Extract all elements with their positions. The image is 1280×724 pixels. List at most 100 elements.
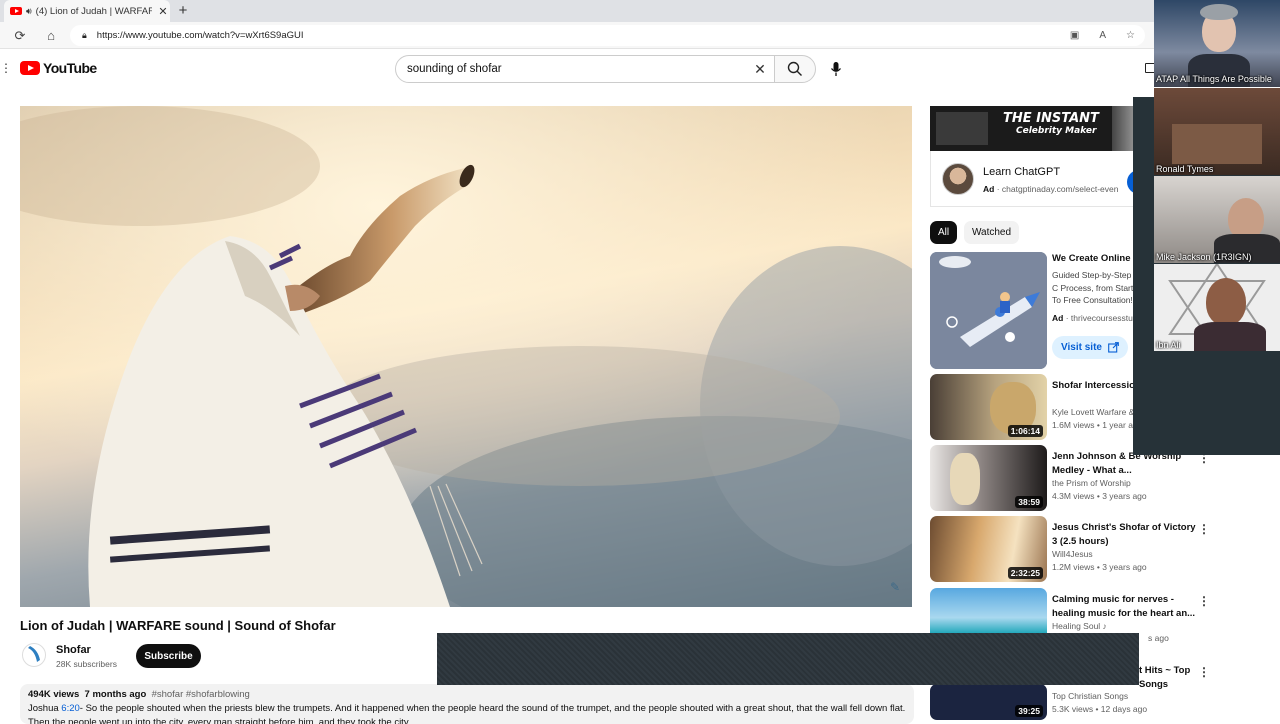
video-thumbnail[interactable]: 2:32:25 [930, 516, 1047, 582]
video-stats: 1.2M views • 3 years ago [1052, 562, 1147, 572]
ad-banner-logo [936, 112, 988, 145]
video-duration: 1:06:14 [1007, 425, 1043, 437]
watermark-icon: ✎ [890, 580, 900, 594]
participant-video [1206, 278, 1246, 326]
microphone-button[interactable] [826, 59, 846, 79]
ad-label: Ad [983, 184, 995, 194]
video-stats: 5.3K views • 12 days ago [1052, 704, 1148, 714]
video-thumbnail[interactable]: 39:25 [930, 684, 1047, 720]
browser-tab-bar [0, 0, 1160, 22]
channel-name[interactable]: Will4Jesus [1052, 549, 1093, 559]
youtube-logo-icon [20, 61, 40, 75]
ad-video-label: Ad [1052, 313, 1064, 323]
ad-domain: chatgptinaday.com/select-even [1001, 184, 1119, 194]
shofar-logo-icon [28, 646, 40, 662]
description-meta: 494K views 7 months ago #shofar #shofarb… [28, 688, 906, 702]
youtube-favicon-icon [10, 7, 22, 15]
participant-name: ATAP All Things Are Possible [1156, 74, 1272, 84]
participant-hair [1200, 4, 1238, 20]
url-text[interactable]: https://www.youtube.com/watch?v=wXrt6S9a… [97, 30, 1060, 41]
video-title: Lion of Judah | WARFARE sound | Sound of… [20, 618, 336, 633]
lock-icon: 🔒︎ [82, 30, 87, 40]
video-duration: 38:59 [1015, 496, 1043, 508]
reload-icon[interactable]: ⟳ [11, 27, 29, 45]
channel-name[interactable]: Healing Soul ♪ [1052, 621, 1107, 631]
ad-video-domain: thrivecoursesstu [1070, 313, 1133, 323]
more-options-icon[interactable]: ⋮ [1198, 594, 1210, 608]
channel-name[interactable]: the Prism of Worship [1052, 478, 1131, 488]
video-title[interactable]: Calming music for nerves - healing music… [1052, 593, 1202, 621]
speaker-icon[interactable]: 🔊︎ [26, 6, 32, 17]
tab-close-icon[interactable]: ✕ [156, 5, 170, 18]
external-link-icon [1108, 342, 1119, 353]
ad-video-description: Guided Step-by-Step C Process, from Star… [1052, 270, 1134, 305]
view-count: 494K views [28, 689, 80, 700]
ad-banner-subline: Celebrity Maker [1016, 126, 1097, 136]
participant-tile[interactable]: ATAP All Things Are Possible [1154, 0, 1280, 87]
chip-watched[interactable]: Watched [964, 221, 1019, 244]
favorite-icon[interactable]: ☆ [1126, 30, 1135, 41]
video-stats: s ago [1148, 633, 1169, 643]
rocket-illustration [930, 252, 1047, 369]
participant-body [1194, 322, 1266, 351]
video-duration: 39:25 [1015, 705, 1043, 717]
chip-all[interactable]: All [930, 221, 957, 244]
upload-age: 7 months ago [84, 689, 147, 700]
youtube-logo-text: YouTube [43, 60, 97, 76]
ad-meta: Ad · chatgptinaday.com/select-even [983, 184, 1119, 194]
more-options-icon[interactable]: ⋮ [1198, 522, 1210, 536]
ad-banner-headline: THE INSTANT [1003, 111, 1099, 126]
search-icon [787, 61, 802, 76]
address-bar[interactable]: 🔒︎ https://www.youtube.com/watch?v=wXrt6… [70, 25, 1145, 46]
ad-video-title[interactable]: We Create Online C [1052, 253, 1140, 264]
app-install-icon[interactable]: ▣ [1070, 30, 1079, 41]
video-duration: 2:32:25 [1007, 567, 1043, 579]
subscriber-count: 28K subscribers [56, 659, 117, 669]
participant-video [1172, 124, 1262, 164]
verse-book: Joshua [28, 703, 59, 714]
advertiser-avatar [942, 163, 974, 195]
video-player[interactable]: ✎ [20, 106, 912, 607]
search-input[interactable]: sounding of shofar ✕ [395, 55, 775, 83]
new-tab-button[interactable]: + [175, 2, 191, 20]
ad-video-meta: Ad · thrivecoursesstu [1052, 313, 1133, 323]
participant-name: Mike Jackson (1R3IGN) [1156, 252, 1252, 262]
subscribe-button[interactable]: Subscribe [136, 644, 201, 668]
description-text: - So the people shouted when the priests… [28, 703, 906, 724]
microphone-icon [830, 62, 842, 76]
search-query[interactable]: sounding of shofar [407, 63, 746, 75]
overlay-bar [437, 633, 1139, 685]
channel-name[interactable]: Top Christian Songs [1052, 691, 1128, 701]
visit-site-button[interactable]: Visit site [1052, 336, 1128, 359]
singer-image [950, 453, 980, 505]
home-icon[interactable]: ⌂ [42, 27, 60, 45]
verse-reference-link[interactable]: 6:20 [61, 703, 80, 714]
video-stats: 1.6M views • 1 year a [1052, 420, 1133, 430]
description-text-line: Joshua 6:20- So the people shouted when … [28, 702, 906, 724]
participant-tile[interactable]: Mike Jackson (1R3IGN) [1154, 176, 1280, 263]
channel-name[interactable]: Shofar [56, 644, 91, 656]
clear-search-icon[interactable]: ✕ [746, 61, 774, 78]
video-frame-shofar-blower: ✎ [20, 106, 912, 607]
browser-tab[interactable]: 🔊︎ (4) Lion of Judah | WARFARE sound | S… [4, 0, 170, 22]
participant-tile[interactable]: Ronald Tymes [1154, 88, 1280, 175]
menu-icon[interactable]: ⋮ [0, 61, 12, 75]
channel-avatar[interactable] [22, 643, 46, 667]
video-description[interactable]: 494K views 7 months ago #shofar #shofarb… [20, 684, 914, 724]
participant-name: Ibn Ali [1156, 340, 1181, 350]
hashtags[interactable]: #shofar #shofarblowing [152, 689, 250, 700]
video-thumbnail[interactable]: 38:59 [930, 445, 1047, 511]
tab-title: (4) Lion of Judah | WARFARE sound | Soun… [35, 5, 152, 17]
video-title[interactable]: Jesus Christ's Shofar of Victory 3 (2.5 … [1052, 521, 1202, 549]
participant-tile[interactable]: Ibn Ali [1154, 264, 1280, 351]
ad-video-thumbnail[interactable] [930, 252, 1047, 369]
read-aloud-icon[interactable]: A [1099, 30, 1106, 41]
channel-name[interactable]: Kyle Lovett Warfare & [1052, 407, 1134, 417]
more-options-icon[interactable]: ⋮ [1198, 665, 1210, 679]
search-button[interactable] [774, 55, 816, 83]
participant-name: Ronald Tymes [1156, 164, 1214, 174]
video-thumbnail[interactable]: 1:06:14 [930, 374, 1047, 440]
youtube-logo[interactable]: YouTube [20, 60, 97, 76]
ad-title[interactable]: Learn ChatGPT [983, 166, 1060, 178]
visit-site-label: Visit site [1061, 342, 1102, 353]
